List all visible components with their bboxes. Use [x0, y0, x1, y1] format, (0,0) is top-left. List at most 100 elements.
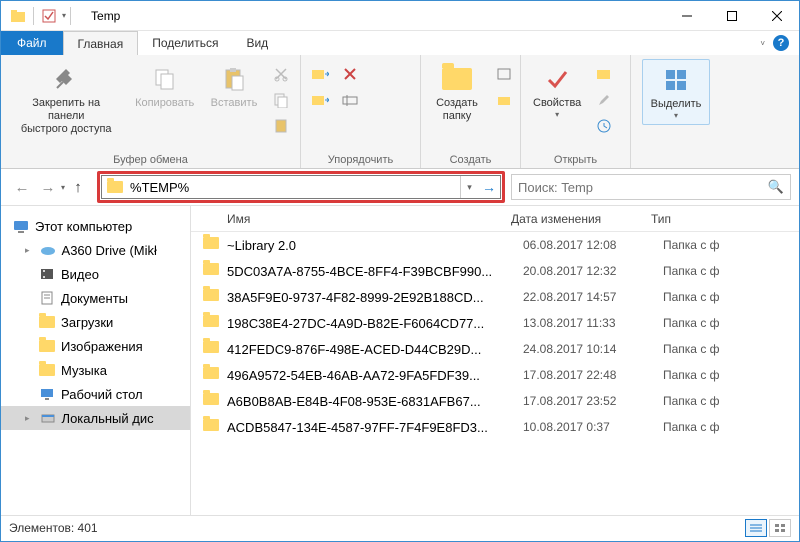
folder-icon [203, 393, 219, 409]
sidebar-item[interactable]: Рабочий стол [1, 382, 190, 406]
copy-to-icon[interactable] [309, 89, 331, 111]
forward-button[interactable]: → [35, 174, 61, 200]
tab-home[interactable]: Главная [63, 31, 139, 55]
paste-button[interactable]: Вставить [204, 59, 264, 114]
select-button[interactable]: Выделить ▾ [642, 59, 711, 125]
paste-shortcut-icon[interactable] [270, 115, 292, 137]
sidebar-item[interactable]: ▸ A360 Drive (Mikł [1, 238, 190, 262]
copy-path-icon[interactable] [270, 89, 292, 111]
tab-file[interactable]: Файл [1, 31, 63, 55]
cut-icon[interactable] [270, 63, 292, 85]
search-icon[interactable]: 🔍 [768, 179, 784, 195]
sidebar-item-label: A360 Drive (Mikł [62, 243, 157, 258]
edit-icon[interactable] [593, 89, 615, 111]
back-button[interactable]: ← [9, 174, 35, 200]
up-button[interactable]: ↑ [65, 174, 91, 200]
view-large-icons-button[interactable] [769, 519, 791, 537]
pin-label: Закрепить на панели быстрого доступа [13, 97, 119, 136]
column-date[interactable]: Дата изменения [511, 212, 651, 226]
sidebar-this-pc-label: Этот компьютер [35, 219, 132, 234]
delete-icon[interactable] [339, 63, 361, 85]
ribbon-group-select: Выделить ▾ [631, 55, 721, 168]
folder-icon [203, 315, 219, 331]
sidebar-item-label: Видео [61, 267, 99, 282]
row-date: 20.08.2017 12:32 [523, 264, 663, 278]
navigation-pane[interactable]: Этот компьютер ▸ A360 Drive (Mikł Видео … [1, 206, 191, 515]
row-date: 24.08.2017 10:14 [523, 342, 663, 356]
ribbon-group-open: Свойства ▾ Открыть [521, 55, 631, 168]
properties-dropdown-icon[interactable]: ▾ [555, 110, 559, 119]
table-row[interactable]: 496A9572-54EB-46AB-AA72-9FA5FDF39... 17.… [191, 362, 799, 388]
new-item-icon[interactable] [493, 63, 515, 85]
file-list: Имя Дата изменения Тип ~Library 2.0 06.0… [191, 206, 799, 515]
status-count: Элементов: 401 [9, 521, 98, 535]
sidebar-item[interactable]: Видео [1, 262, 190, 286]
row-date: 06.08.2017 12:08 [523, 238, 663, 252]
pin-quick-access-button[interactable]: Закрепить на панели быстрого доступа [7, 59, 125, 140]
cloud-icon [40, 242, 56, 258]
clipboard-group-label: Буфер обмена [7, 152, 294, 166]
properties-label: Свойства [533, 97, 581, 110]
maximize-button[interactable] [709, 1, 754, 31]
table-row[interactable]: 412FEDC9-876F-498E-ACED-D44CB29D... 24.0… [191, 336, 799, 362]
address-go-button[interactable]: → [478, 176, 500, 198]
view-details-button[interactable] [745, 519, 767, 537]
move-to-icon[interactable] [309, 63, 331, 85]
tab-share-label: Поделиться [152, 36, 218, 50]
help-icon[interactable]: ? [773, 35, 789, 51]
table-row[interactable]: 38A5F9E0-9737-4F82-8999-2E92B188CD... 22… [191, 284, 799, 310]
row-type: Папка с ф [663, 394, 799, 408]
column-type[interactable]: Тип [651, 212, 799, 226]
collapse-ribbon-icon[interactable]: ˅ [760, 39, 765, 48]
sidebar-this-pc[interactable]: Этот компьютер [1, 214, 190, 238]
folder-icon [203, 237, 219, 253]
open-icon[interactable] [593, 63, 615, 85]
qat-properties-icon[interactable] [38, 5, 60, 27]
close-button[interactable] [754, 1, 799, 31]
table-row[interactable]: ~Library 2.0 06.08.2017 12:08 Папка с ф [191, 232, 799, 258]
easy-access-icon[interactable] [493, 89, 515, 111]
sidebar-item[interactable]: Изображения [1, 334, 190, 358]
history-icon[interactable] [593, 115, 615, 137]
table-row[interactable]: 5DC03A7A-8755-4BCE-8FF4-F39BCBF990... 20… [191, 258, 799, 284]
new-folder-button[interactable]: Создать папку [427, 59, 487, 127]
table-row[interactable]: A6B0B8AB-E84B-4F08-953E-6831AFB67... 17.… [191, 388, 799, 414]
tab-view[interactable]: Вид [232, 31, 282, 55]
sidebar-item[interactable]: Загрузки [1, 310, 190, 334]
properties-button[interactable]: Свойства ▾ [527, 59, 587, 123]
sidebar-item[interactable]: Документы [1, 286, 190, 310]
this-pc-icon [13, 218, 29, 234]
address-input[interactable] [128, 180, 460, 195]
sidebar-item[interactable]: Музыка [1, 358, 190, 382]
table-row[interactable]: 198C38E4-27DC-4A9D-B82E-F6064CD77... 13.… [191, 310, 799, 336]
rename-icon[interactable] [339, 89, 361, 111]
sidebar-item[interactable]: ▸ Локальный дис [1, 406, 190, 430]
column-name[interactable]: Имя [191, 212, 511, 226]
minimize-button[interactable] [664, 1, 709, 31]
address-bar-highlight: ▾ → [97, 171, 505, 203]
qat-dropdown-icon[interactable]: ▾ [62, 11, 66, 20]
copy-button[interactable]: Копировать [129, 59, 200, 114]
address-dropdown-icon[interactable]: ▾ [460, 176, 478, 198]
ribbon-group-clipboard: Закрепить на панели быстрого доступа Коп… [1, 55, 301, 168]
copy-icon [149, 63, 181, 95]
row-date: 22.08.2017 14:57 [523, 290, 663, 304]
window-controls [664, 1, 799, 31]
row-name: 38A5F9E0-9737-4F82-8999-2E92B188CD... [227, 290, 523, 305]
sidebar-item-label: Документы [61, 291, 128, 306]
search-input[interactable] [518, 180, 768, 195]
search-box[interactable]: 🔍 [511, 174, 791, 200]
column-headers[interactable]: Имя Дата изменения Тип [191, 206, 799, 232]
copy-label: Копировать [135, 97, 194, 110]
select-dropdown-icon[interactable]: ▾ [674, 111, 678, 120]
address-bar[interactable]: ▾ → [101, 175, 501, 199]
table-row[interactable]: ACDB5847-134E-4587-97FF-7F4F9E8FD3... 10… [191, 414, 799, 440]
row-name: ACDB5847-134E-4587-97FF-7F4F9E8FD3... [227, 420, 523, 435]
ribbon-group-new: Создать папку Создать [421, 55, 521, 168]
paste-label: Вставить [211, 97, 258, 110]
tab-share[interactable]: Поделиться [138, 31, 232, 55]
select-icon [660, 64, 692, 96]
file-rows[interactable]: ~Library 2.0 06.08.2017 12:08 Папка с ф … [191, 232, 799, 515]
organize-group-label: Упорядочить [307, 152, 414, 166]
doc-icon [39, 290, 55, 306]
